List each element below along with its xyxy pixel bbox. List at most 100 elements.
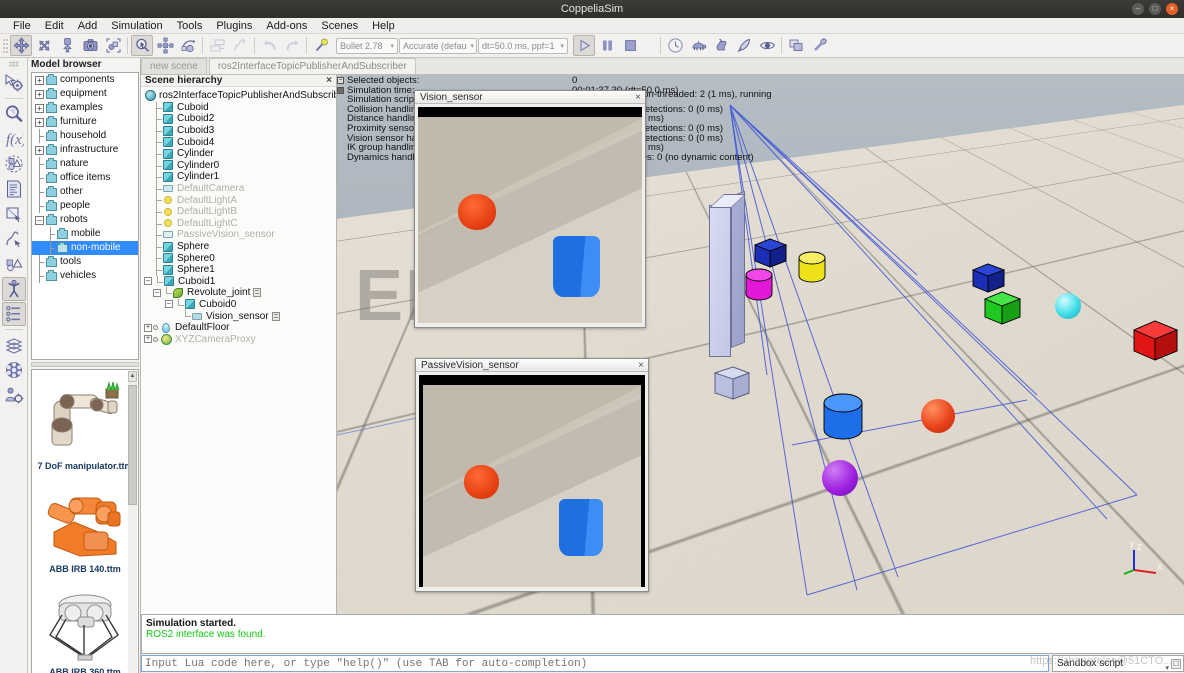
rabbit-icon[interactable] (710, 35, 732, 56)
layers-icon[interactable] (2, 333, 26, 357)
red-cube-object[interactable] (1131, 317, 1181, 368)
mb-item-robots[interactable]: – robots (32, 213, 138, 227)
collapse-icon[interactable]: – (165, 300, 173, 309)
function-fx-icon[interactable]: f(x) (2, 127, 26, 151)
mb-item-vehicles[interactable]: vehicles (32, 269, 138, 283)
hierarchy-item-sphere1[interactable]: Sphere1 (141, 263, 336, 276)
chevron-down-icon[interactable]: ▾ (1165, 661, 1169, 673)
menu-plugins[interactable]: Plugins (209, 18, 259, 34)
accuracy-combo[interactable]: Accurate (defau ▾ (399, 37, 477, 54)
red-sphere-object[interactable] (921, 399, 955, 433)
undo-icon[interactable] (258, 35, 280, 56)
mb-item-components[interactable]: + components (32, 73, 138, 87)
mb-item-tools[interactable]: tools (32, 255, 138, 269)
hierarchy-item-cuboid0[interactable]: – Cuboid0 (141, 298, 336, 311)
geometry-icon[interactable] (2, 252, 26, 276)
expand-icon[interactable]: + (144, 335, 152, 344)
scene-object-properties-icon[interactable] (2, 71, 26, 95)
tab-ros2-scene[interactable]: ros2InterfaceTopicPublisherAndSubscriber (208, 58, 416, 74)
hierarchy-item-xyzcameraproxy[interactable]: + XYZCameraProxy (141, 333, 336, 345)
expand-console-icon[interactable]: ☐ (1171, 659, 1181, 669)
scrollbar-thumb[interactable] (128, 385, 137, 505)
hierarchy-root-row[interactable]: ros2InterfaceTopicPublisherAndSubscriber… (141, 90, 336, 102)
hierarchy-item-cylinder0[interactable]: Cylinder0 (141, 159, 336, 172)
magnifier-icon[interactable] (2, 102, 26, 126)
hierarchy-item-defaultlighta[interactable]: DefaultLightA (141, 194, 336, 206)
mb-item-other[interactable]: other (32, 185, 138, 199)
model-browser-tree[interactable]: + components + equipment + examples + furnit… (31, 72, 139, 360)
hierarchy-item-cuboid1[interactable]: – Cuboid1 (141, 275, 336, 288)
hierarchy-item-revolute-joint[interactable]: – Revolute_joint (141, 287, 336, 299)
close-icon[interactable]: × (638, 359, 644, 372)
hierarchy-item-cylinder1[interactable]: Cylinder1 (141, 171, 336, 183)
script-selector-combo[interactable]: Sandbox script ▾ ☐ (1052, 655, 1184, 672)
mb-item-household[interactable]: household (32, 129, 138, 143)
mb-item-mobile[interactable]: mobile (32, 227, 138, 241)
minimize-icon[interactable]: – (1132, 3, 1144, 15)
user-settings-icon[interactable] (2, 383, 26, 407)
magnifier-cursor-icon[interactable] (131, 35, 153, 56)
menu-addons[interactable]: Add-ons (259, 18, 314, 34)
close-icon[interactable]: × (1166, 3, 1178, 15)
hierarchy-item-cuboid4[interactable]: Cuboid4 (141, 136, 336, 148)
calculation-icon[interactable] (177, 35, 199, 56)
lua-code-input[interactable] (141, 655, 1049, 672)
menu-edit[interactable]: Edit (38, 18, 71, 34)
hierarchy-item-defaultlightc[interactable]: DefaultLightC (141, 217, 336, 230)
eye-icon[interactable] (756, 35, 778, 56)
hierarchy-item-defaultfloor[interactable]: + DefaultFloor (141, 322, 336, 334)
menu-add[interactable]: Add (71, 18, 105, 34)
hierarchy-item-defaultcamera[interactable]: DefaultCamera (141, 182, 336, 195)
scene-hierarchy-icon[interactable] (1, 302, 26, 326)
clock-icon[interactable] (664, 35, 686, 56)
expand-icon[interactable]: + (144, 323, 152, 332)
close-icon[interactable]: × (635, 91, 641, 104)
hierarchy-item-cylinder[interactable]: Cylinder (141, 147, 336, 160)
scene-hierarchy-tree[interactable]: ros2InterfaceTopicPublisherAndSubscriber… (141, 88, 336, 614)
pages-icon[interactable] (785, 35, 807, 56)
green-cube-object[interactable] (982, 288, 1024, 331)
object-rotate-icon[interactable] (33, 35, 55, 56)
menu-simulation[interactable]: Simulation (104, 18, 169, 34)
mb-item-non-mobile[interactable]: non-mobile (32, 241, 138, 255)
toolbar-grip[interactable] (2, 36, 9, 55)
model-thumbnail-item[interactable]: ABB IRB 140.ttm (32, 473, 138, 576)
shape-edit-icon[interactable] (2, 202, 26, 226)
film-icon[interactable] (2, 358, 26, 382)
mouse-pen-icon[interactable] (808, 35, 830, 56)
camera-icon[interactable] (79, 35, 101, 56)
menu-scenes[interactable]: Scenes (314, 18, 365, 34)
hierarchy-item-vision-sensor[interactable]: Vision_sensor (141, 310, 336, 322)
tab-new-scene[interactable]: new scene (141, 58, 207, 74)
magenta-cylinder-object[interactable] (743, 267, 777, 308)
mb-item-people[interactable]: people (32, 199, 138, 213)
script-icon[interactable] (271, 311, 280, 321)
scroll-up-arrow[interactable]: ▲ (128, 371, 137, 382)
blue-cylinder-object[interactable] (821, 392, 867, 451)
object-shift-icon[interactable] (10, 35, 32, 56)
mb-item-office-items[interactable]: office items (32, 171, 138, 185)
object-properties-icon[interactable] (154, 35, 176, 56)
hierarchy-item-defaultlightb[interactable]: DefaultLightB (141, 205, 336, 218)
model-browser-scrollbar[interactable]: ▲ ▼ (128, 371, 137, 673)
passive-vision-sensor-window-titlebar[interactable]: PassiveVision_sensor × (416, 359, 648, 372)
mb-item-examples[interactable]: + examples (32, 101, 138, 115)
hierarchy-item-cuboid3[interactable]: Cuboid3 (141, 124, 336, 137)
cyan-sphere-object[interactable] (1055, 293, 1081, 319)
turtle-icon[interactable] (687, 35, 709, 56)
vision-sensor-window-titlebar[interactable]: Vision_sensor × (415, 91, 645, 104)
path-edit-mode-icon[interactable] (2, 227, 26, 251)
object-drop-icon[interactable] (56, 35, 78, 56)
collapse-icon[interactable]: – (153, 288, 161, 297)
model-thumbnail-item[interactable]: 7 DoF manipulator.ttm (32, 370, 138, 473)
assemble-icon[interactable] (206, 35, 228, 56)
vision-sensor-window[interactable]: Vision_sensor × (414, 90, 646, 328)
mb-item-furniture[interactable]: + furniture (32, 115, 138, 129)
engine-combo[interactable]: Bullet 2.78 ▾ (336, 37, 398, 54)
path-edit-icon[interactable] (229, 35, 251, 56)
menu-tools[interactable]: Tools (170, 18, 210, 34)
hierarchy-item-cuboid2[interactable]: Cuboid2 (141, 113, 336, 125)
maximize-icon[interactable]: □ (1149, 3, 1161, 15)
menu-help[interactable]: Help (365, 18, 402, 34)
stop-simulation-button[interactable] (619, 35, 641, 56)
